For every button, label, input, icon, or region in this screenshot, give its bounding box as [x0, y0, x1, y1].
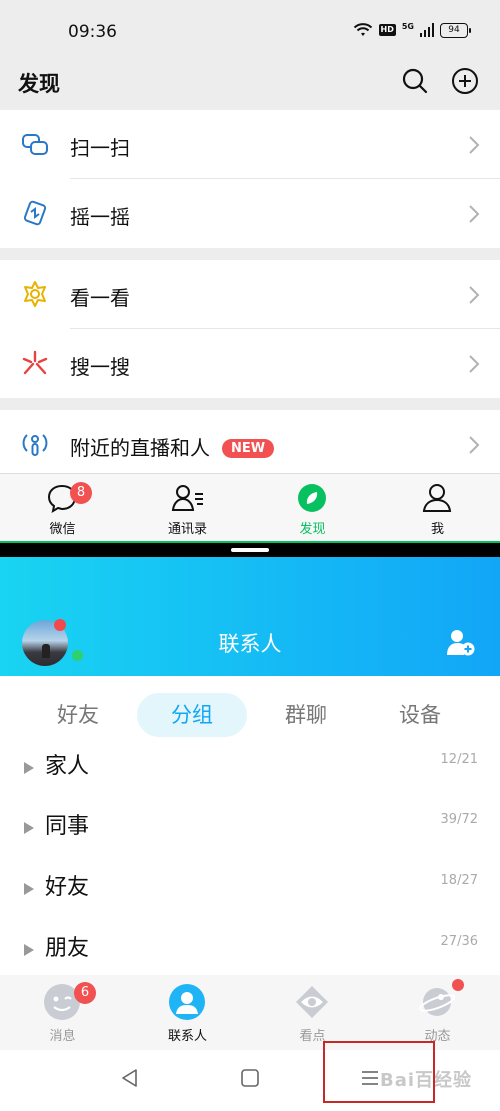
search-icon[interactable]	[400, 66, 430, 96]
signal-icon	[420, 23, 434, 37]
segment-group-chats[interactable]: 群聊	[251, 693, 361, 737]
battery-icon: 94	[440, 22, 471, 38]
group-count: 27/36	[440, 934, 478, 949]
group-row[interactable]: 好友 18/27	[0, 869, 500, 919]
chevron-right-icon	[469, 436, 480, 454]
unread-badge: 6	[74, 982, 96, 1004]
group-name: 好友	[45, 875, 90, 900]
tab-label: 微信	[49, 522, 76, 537]
status-time: 09:36	[68, 22, 117, 42]
add-friend-icon[interactable]	[446, 628, 476, 656]
segment-friends[interactable]: 好友	[23, 693, 133, 737]
status-icons: HD 5G 94	[353, 22, 471, 38]
menu-item-scan[interactable]: 扫一扫	[0, 110, 500, 179]
tab-contacts-qq[interactable]: 联系人	[125, 975, 250, 1050]
menu-group-3: 附近的直播和人 NEW	[0, 410, 500, 479]
contacts-icon	[171, 485, 203, 511]
nearby-icon	[22, 434, 48, 456]
tab-chats[interactable]: 8 微信	[0, 474, 125, 542]
qq-page-title: 联系人	[218, 632, 282, 656]
group-count: 18/27	[440, 873, 478, 888]
chevron-right-icon	[469, 136, 480, 154]
group-row[interactable]: 家人 12/21	[0, 748, 500, 798]
page-title: 发现	[18, 72, 60, 96]
contacts-person-icon	[169, 984, 205, 1020]
group-row[interactable]: 同事 39/72	[0, 808, 500, 858]
segment-groups[interactable]: 分组	[137, 693, 247, 737]
menu-label: 扫一扫	[70, 136, 130, 160]
home-icon[interactable]	[238, 1066, 262, 1090]
wechat-title-bar: 发现	[0, 62, 500, 110]
expand-arrow-icon	[24, 822, 34, 834]
tab-feeds[interactable]: 动态	[375, 975, 500, 1050]
menu-item-search[interactable]: 搜一搜	[0, 329, 500, 398]
tab-label: 通讯录	[167, 522, 207, 537]
tab-label: 发现	[299, 522, 326, 537]
expand-arrow-icon	[24, 883, 34, 895]
chevron-right-icon	[469, 355, 480, 373]
chevron-right-icon	[469, 286, 480, 304]
menu-label-text: 附近的直播和人	[70, 436, 210, 460]
group-row[interactable]: 朋友 27/36	[0, 930, 500, 980]
menu-group-2: 看一看 搜一搜	[0, 260, 500, 398]
menu-label: 摇一摇	[70, 205, 130, 229]
expand-arrow-icon	[24, 944, 34, 956]
tab-label: 我	[430, 522, 444, 537]
wifi-icon	[353, 23, 372, 36]
group-name: 同事	[45, 814, 90, 839]
group-count: 12/21	[440, 752, 478, 767]
qq-tab-bar: 6 消息 联系人 看点 动态	[0, 975, 500, 1050]
menu-label: 搜一搜	[70, 355, 130, 379]
segment-devices[interactable]: 设备	[365, 693, 475, 737]
person-icon	[422, 484, 452, 512]
tab-contacts[interactable]: 通讯录	[125, 474, 250, 542]
tab-label: 消息	[49, 1029, 76, 1044]
new-badge: NEW	[222, 439, 275, 458]
compass-icon	[298, 484, 326, 512]
menu-item-top-stories[interactable]: 看一看	[0, 260, 500, 329]
eye-icon	[296, 986, 328, 1018]
split-screen-divider[interactable]	[0, 541, 500, 557]
tab-messages[interactable]: 6 消息	[0, 975, 125, 1050]
annotation-highlight-box	[323, 1041, 435, 1103]
group-name: 朋友	[45, 936, 90, 961]
group-count: 39/72	[440, 812, 478, 827]
tab-me[interactable]: 我	[375, 474, 500, 542]
group-name: 家人	[45, 754, 90, 779]
top-stories-icon	[24, 281, 46, 307]
menu-item-nearby[interactable]: 附近的直播和人 NEW	[0, 410, 500, 479]
menu-item-shake[interactable]: 摇一摇	[0, 179, 500, 248]
tab-label: 联系人	[167, 1029, 207, 1044]
expand-arrow-icon	[24, 762, 34, 774]
scan-icon	[22, 134, 48, 155]
search-star-icon	[22, 350, 48, 375]
planet-icon	[418, 988, 456, 1016]
add-circle-icon[interactable]	[450, 66, 480, 96]
network-type: 5G	[401, 22, 414, 31]
back-icon[interactable]	[118, 1066, 142, 1090]
menu-group-1: 扫一扫 摇一摇	[0, 110, 500, 248]
tab-discover[interactable]: 发现	[250, 474, 375, 542]
tab-watch[interactable]: 看点	[250, 975, 375, 1050]
shake-icon	[23, 200, 47, 226]
hd-badge: HD	[378, 24, 396, 36]
wechat-tab-bar: 8 微信 通讯录 发现 我	[0, 473, 500, 541]
menu-label: 附近的直播和人 NEW	[70, 432, 275, 461]
split-handle[interactable]	[231, 548, 269, 552]
chevron-right-icon	[469, 205, 480, 223]
status-bar: 09:36 HD 5G 94	[0, 0, 500, 62]
unread-badge: 8	[70, 482, 92, 504]
menu-label: 看一看	[70, 286, 130, 310]
notification-dot	[452, 979, 464, 991]
